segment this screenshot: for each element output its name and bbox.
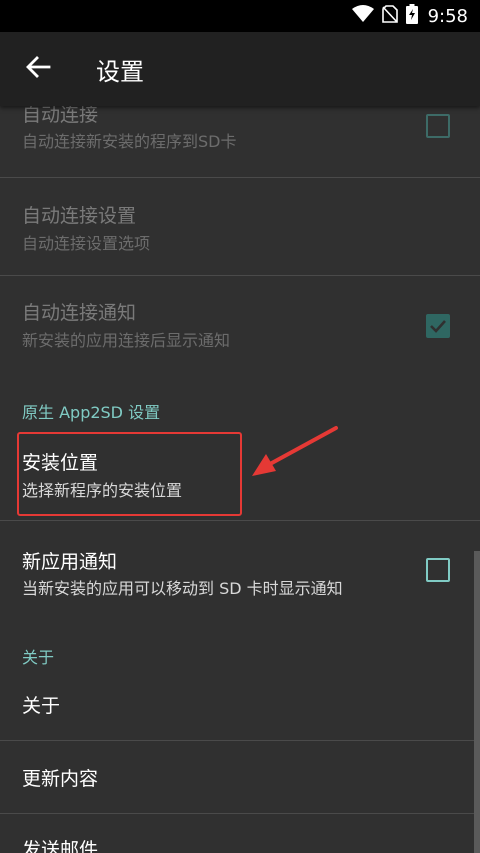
setting-auto-connect-settings[interactable]: 自动连接设置 自动连接设置选项 [0, 178, 480, 275]
setting-title: 新应用通知 [22, 551, 118, 573]
setting-summary: 自动连接设置选项 [22, 234, 151, 253]
setting-changelog[interactable]: 更新内容 [0, 741, 480, 813]
back-button[interactable] [0, 32, 76, 106]
setting-title: 发送邮件 [22, 839, 99, 853]
setting-about[interactable]: 关于 [0, 668, 480, 740]
status-bar: 9:58 [0, 0, 480, 32]
section-header-about: 关于 [22, 648, 55, 667]
no-sim-icon [381, 5, 398, 27]
settings-list: 自动连接 自动连接新安装的程序到SD卡 自动连接设置 自动连接设置选项 自动连接… [0, 106, 480, 853]
setting-title: 自动连接 [22, 106, 99, 126]
setting-summary: 新安装的应用连接后显示通知 [22, 331, 231, 350]
auto-connect-notify-checkbox[interactable] [426, 314, 450, 338]
auto-connect-checkbox[interactable] [426, 114, 450, 138]
app-toolbar: 设置 [0, 32, 480, 106]
setting-auto-connect[interactable]: 自动连接 自动连接新安装的程序到SD卡 [0, 106, 480, 177]
arrow-back-icon [25, 55, 51, 83]
battery-charging-icon [405, 4, 418, 28]
check-icon [430, 320, 446, 333]
section-header-native-app2sd: 原生 App2SD 设置 [22, 403, 161, 422]
wifi-icon [351, 5, 374, 27]
annotation-highlight-box [17, 432, 242, 516]
setting-summary: 当新安装的应用可以移动到 SD 卡时显示通知 [22, 579, 343, 598]
scrollbar[interactable] [474, 551, 480, 853]
setting-send-mail[interactable]: 发送邮件 [0, 814, 480, 853]
setting-title: 关于 [22, 695, 61, 717]
page-title: 设置 [96, 57, 144, 86]
setting-auto-connect-notify[interactable]: 自动连接通知 新安装的应用连接后显示通知 [0, 276, 480, 372]
setting-title: 自动连接通知 [22, 302, 137, 324]
new-app-notify-checkbox[interactable] [426, 558, 450, 582]
status-time: 9:58 [427, 5, 468, 27]
setting-summary: 自动连接新安装的程序到SD卡 [22, 132, 237, 151]
setting-new-app-notify[interactable]: 新应用通知 当新安装的应用可以移动到 SD 卡时显示通知 [0, 521, 480, 621]
setting-title: 自动连接设置 [22, 205, 137, 227]
setting-title: 更新内容 [22, 768, 99, 790]
